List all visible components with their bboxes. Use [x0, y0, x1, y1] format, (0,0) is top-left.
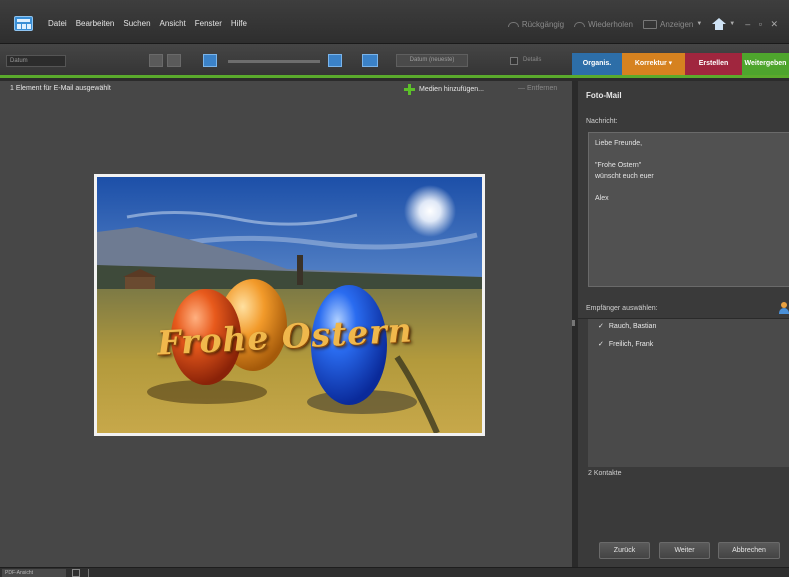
menu-window[interactable]: Fenster [195, 19, 222, 28]
back-button[interactable]: Zurück [599, 542, 650, 559]
tab-create[interactable]: Erstellen [685, 53, 742, 75]
menu-find[interactable]: Suchen [123, 19, 150, 28]
home-icon [712, 18, 727, 30]
recipient-name: Freilich, Frank [608, 341, 654, 348]
menu-edit[interactable]: Bearbeiten [76, 19, 115, 28]
recipient-item[interactable]: ✓ Freilich, Frank [598, 340, 653, 348]
checkmark-icon: ✓ [598, 341, 604, 348]
recipient-name: Rauch, Bastian [608, 323, 657, 330]
details-checkbox[interactable] [510, 57, 518, 65]
chevron-down-icon: ▾ [668, 60, 673, 67]
large-thumbnails-button[interactable] [328, 54, 342, 67]
plus-icon [404, 84, 415, 95]
undo-button[interactable]: Rückgängig [507, 19, 565, 29]
display-button[interactable]: Anzeigen ▼ [642, 19, 703, 29]
tab-organize[interactable]: Organis. [572, 53, 622, 75]
cancel-button[interactable]: Abbrechen [718, 542, 780, 559]
display-label: Anzeigen [659, 19, 694, 29]
compare-view-button[interactable] [167, 54, 181, 67]
app-logo-icon[interactable] [14, 16, 33, 31]
recipients-list: ✓ Rauch, Bastian ✓ Freilich, Frank [588, 319, 789, 467]
redo-label: Wiederholen [588, 19, 633, 29]
chevron-down-icon: ▼ [729, 21, 736, 27]
fullscreen-button[interactable] [362, 54, 378, 67]
page-icon[interactable] [72, 569, 80, 577]
tab-fix-label: Korrektur [634, 60, 667, 67]
undo-label: Rückgängig [521, 19, 565, 29]
photo-mail-panel: Foto-Mail Nachricht: Liebe Freunde, "Fro… [575, 81, 789, 567]
divider [88, 569, 89, 577]
chevron-down-icon: ▼ [696, 21, 703, 27]
easter-photo-thumbnail[interactable]: Frohe Ostern [94, 174, 485, 436]
display-icon [642, 19, 657, 29]
selection-status: 1 Element für E-Mail ausgewählt [10, 85, 111, 92]
next-button[interactable]: Weiter [659, 542, 710, 559]
redo-icon [574, 21, 586, 27]
easter-photo-image [97, 177, 482, 433]
menubar: Datei Bearbeiten Suchen Ansicht Fenster … [0, 0, 789, 44]
thumbnail-size-slider[interactable] [228, 60, 320, 63]
message-textarea[interactable]: Liebe Freunde, "Frohe Ostern" wünscht eu… [588, 132, 789, 287]
redo-button[interactable]: Wiederholen [574, 20, 633, 29]
panel-title: Foto-Mail [586, 91, 622, 100]
recipient-item[interactable]: ✓ Rauch, Bastian [598, 322, 656, 330]
menu-help[interactable]: Hilfe [231, 19, 247, 28]
menu-file[interactable]: Datei [48, 19, 67, 28]
top-right-controls: Rückgängig Wiederholen Anzeigen ▼ ▼ – ▫ … [507, 18, 781, 30]
add-media-button[interactable]: Medien hinzufügen... [404, 84, 484, 95]
checkmark-icon: ✓ [598, 323, 604, 330]
pdf-view-tab[interactable]: PDF-Ansicht [2, 569, 66, 577]
undo-icon [507, 21, 519, 27]
details-label: Details [523, 57, 542, 63]
recipients-header: Empfänger auswählen: [578, 299, 789, 319]
home-button[interactable]: ▼ [712, 18, 735, 30]
media-browser: 1 Element für E-Mail ausgewählt Medien h… [0, 81, 572, 567]
add-media-label: Medien hinzufügen... [419, 86, 484, 93]
small-thumbnails-button[interactable] [203, 54, 217, 67]
remove-button[interactable]: Entfernen [518, 85, 557, 92]
tab-share[interactable]: Weitergeben [742, 53, 789, 75]
main-menu: Datei Bearbeiten Suchen Ansicht Fenster … [48, 19, 247, 28]
message-label: Nachricht: [586, 118, 618, 125]
window-controls[interactable]: – ▫ ✕ [745, 19, 781, 30]
date-view-button[interactable]: Datum (neueste) [396, 54, 468, 67]
menu-view[interactable]: Ansicht [160, 19, 186, 28]
statusbar: PDF-Ansicht [0, 567, 789, 577]
tab-fix[interactable]: Korrektur ▾ [622, 53, 685, 75]
contacts-count: 2 Kontakte [588, 470, 622, 477]
grid-view-button[interactable] [149, 54, 163, 67]
toolbar: Datum Datum (neueste) Details Organis. K… [0, 44, 789, 78]
sort-select[interactable]: Datum [6, 55, 66, 67]
add-contact-icon[interactable] [778, 302, 789, 314]
recipients-label: Empfänger auswählen: [586, 305, 658, 312]
